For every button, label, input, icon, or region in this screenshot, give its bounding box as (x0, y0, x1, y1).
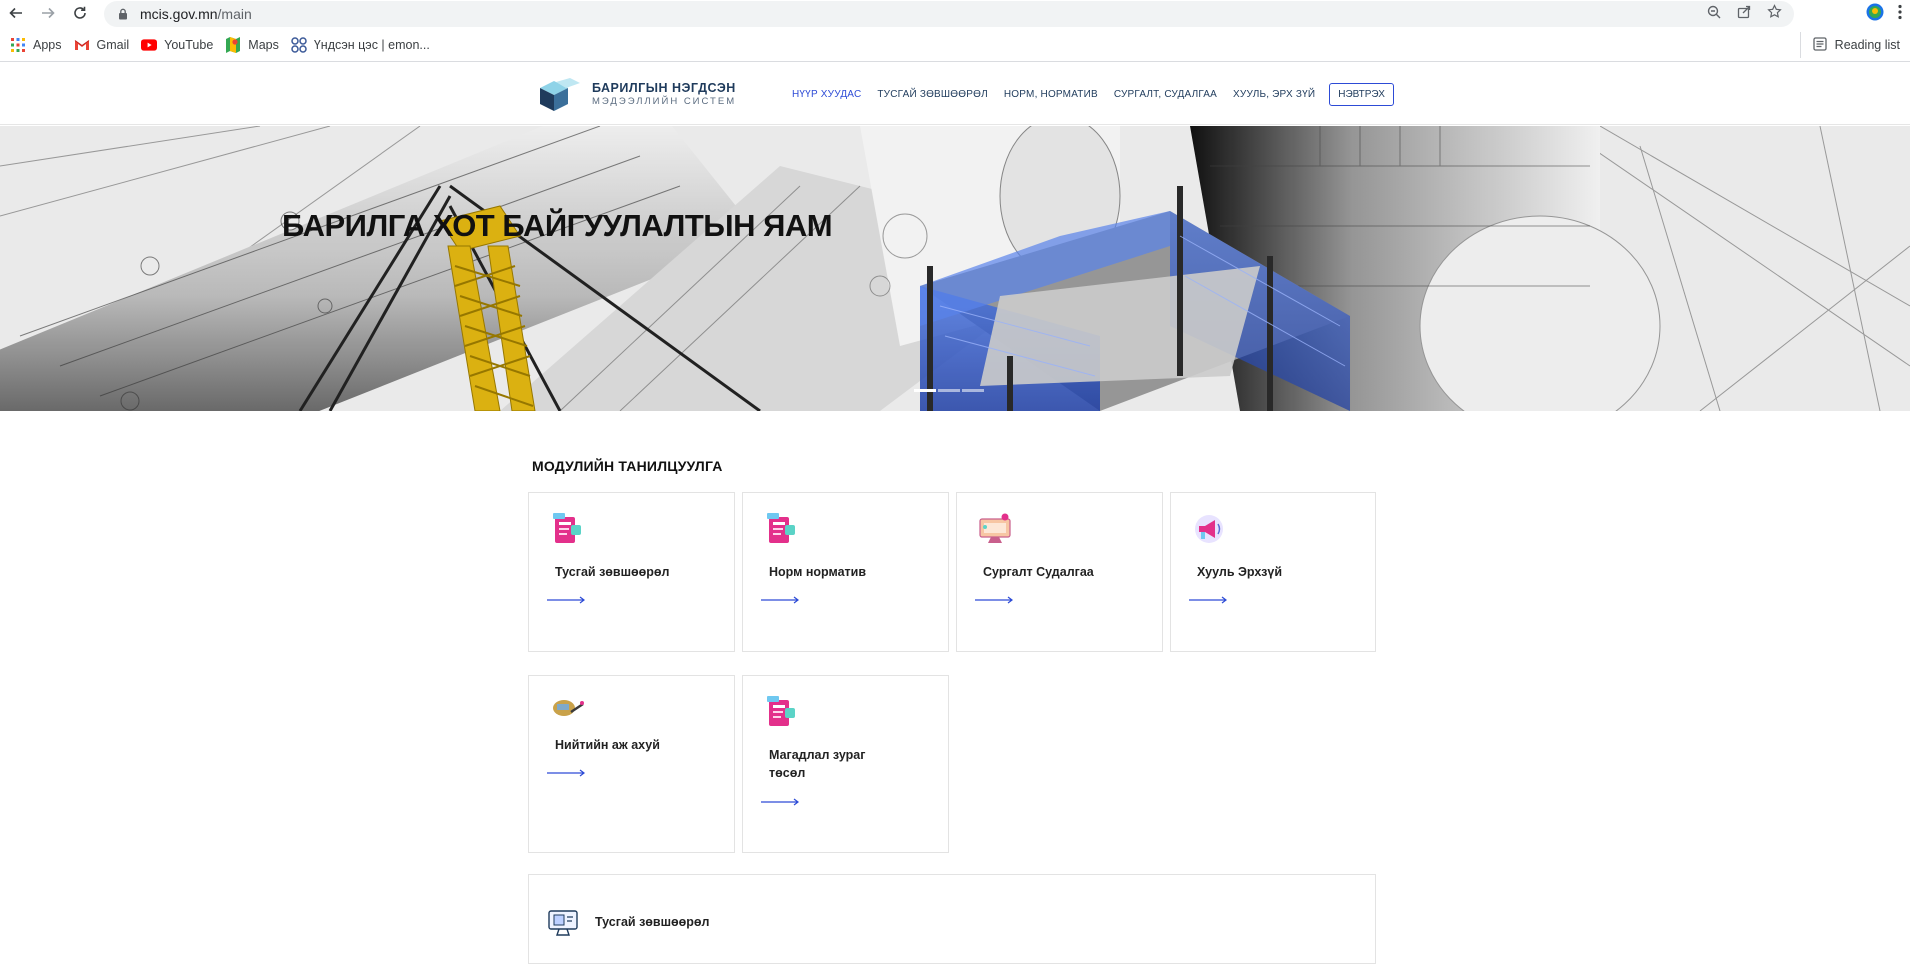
module-card-training[interactable]: Сургалт Судалгаа (956, 492, 1163, 652)
bookmark-star-icon[interactable] (1767, 4, 1782, 24)
law-megaphone-icon (1195, 515, 1223, 543)
lock-icon (116, 7, 130, 21)
forward-arrow-icon[interactable] (36, 1, 60, 25)
bookmark-label: Maps (248, 37, 279, 52)
bookmark-youtube[interactable]: YouTube (135, 32, 219, 58)
wide-card-label: Тусгай зөвшөөрөл (595, 915, 710, 929)
module-card-label: Тусгай зөвшөөрөл (555, 565, 670, 579)
menu-kebab-icon[interactable] (1898, 4, 1902, 25)
training-monitor-icon (979, 513, 1011, 543)
url-path: /main (217, 6, 252, 22)
slider-dots (914, 389, 984, 392)
bookmark-label: Apps (33, 37, 62, 52)
address-bar[interactable]: mcis.gov.mn/main (104, 1, 1794, 27)
module-card-norms[interactable]: Норм норматив (742, 492, 949, 652)
maps-icon (225, 36, 241, 53)
share-icon[interactable] (1737, 5, 1751, 24)
nav-training[interactable]: СУРГАЛТ, СУДАЛГАА (1114, 89, 1217, 100)
wide-card-special-permit[interactable]: Тусгай зөвшөөрөл (528, 874, 1376, 964)
url-host: mcis.gov.mn (140, 6, 218, 22)
apps-grid-icon (10, 37, 26, 53)
bookmark-label: Үндсэн цэс | emon... (313, 37, 430, 52)
module-card-label: Магадлал зураг төсөл (769, 746, 865, 782)
gmail-icon (74, 37, 90, 53)
nav-law[interactable]: ХУУЛЬ, ЭРХ ЗҮЙ (1233, 89, 1315, 100)
nav-norms[interactable]: НОРМ, НОРМАТИВ (1004, 89, 1098, 100)
emon-icon (291, 36, 307, 53)
bookmark-maps[interactable]: Maps (219, 32, 285, 58)
login-button[interactable]: НЭВТРЭХ (1329, 83, 1394, 106)
bookmarks-bar: Apps Gmail YouTube Maps Үндсэн цэс | emo… (0, 28, 1910, 62)
arrow-right-icon[interactable] (761, 596, 801, 604)
hero-title: БАРИЛГА ХОТ БАЙГУУЛАЛТЫН ЯАМ (282, 208, 833, 243)
arrow-right-icon[interactable] (975, 596, 1015, 604)
module-card-label: Хууль Эрхзүй (1197, 565, 1283, 579)
bookmark-emon[interactable]: Үндсэн цэс | emon... (285, 32, 436, 58)
bookmark-gmail[interactable]: Gmail (68, 32, 136, 58)
reload-icon[interactable] (68, 1, 92, 25)
module-card-label: Норм норматив (769, 565, 867, 579)
norm-document-icon (767, 513, 795, 543)
browser-toolbar: mcis.gov.mn/main (0, 0, 1910, 28)
module-card-label: Нийтийн аж ахуй (555, 738, 660, 752)
nav-home[interactable]: НҮҮР ХУУДАС (792, 89, 861, 100)
module-card-public-utility[interactable]: Нийтийн аж ахуй (528, 675, 735, 853)
profile-avatar[interactable] (1866, 3, 1884, 26)
module-card-special-permit[interactable]: Тусгай зөвшөөрөл (528, 492, 735, 652)
bookmark-label: Gmail (96, 37, 130, 52)
zoom-icon[interactable] (1707, 5, 1721, 24)
nav-special-permit[interactable]: ТУСГАЙ ЗӨВШӨӨРӨЛ (877, 89, 988, 100)
permit-document-icon (553, 513, 581, 543)
url-text: mcis.gov.mn/main (140, 6, 252, 22)
arrow-right-icon[interactable] (547, 596, 587, 604)
modules-section-title: МОДУЛИЙН ТАНИЛЦУУЛГА (532, 458, 723, 474)
reading-list-icon (1813, 36, 1827, 54)
reading-list-label: Reading list (1834, 38, 1900, 52)
bookmark-apps[interactable]: Apps (4, 32, 68, 58)
hero-banner: БАРИЛГА ХОТ БАЙГУУЛАЛТЫН ЯАМ (0, 126, 1910, 411)
public-utility-icon (553, 700, 584, 716)
back-arrow-icon[interactable] (4, 1, 28, 25)
module-card-law[interactable]: Хууль Эрхзүй (1170, 492, 1376, 652)
youtube-icon (141, 37, 158, 53)
module-card-label-line2: төсөл (769, 766, 806, 780)
site-header: БАРИЛГЫН НЭГДСЭН МЭДЭЭЛЛИЙН СИСТЕМ НҮҮР … (0, 63, 1910, 125)
slider-dot-2[interactable] (938, 389, 960, 392)
module-card-label-line1: Магадлал зураг (769, 748, 866, 762)
logo-subtitle: МЭДЭЭЛЛИЙН СИСТЕМ (592, 96, 737, 107)
reading-list[interactable]: Reading list (1799, 32, 1900, 58)
site-logo[interactable]: БАРИЛГЫН НЭГДСЭН МЭДЭЭЛЛИЙН СИСТЕМ (536, 76, 736, 112)
module-card-expertise[interactable]: Магадлал зураг төсөл (742, 675, 949, 853)
expertise-document-icon (767, 696, 795, 726)
hero-blueprint-image (0, 126, 1910, 411)
bookmark-label: YouTube (164, 37, 214, 52)
slider-dot-3[interactable] (962, 389, 984, 392)
arrow-right-icon[interactable] (1189, 596, 1229, 604)
logo-cube-icon (540, 78, 580, 111)
arrow-right-icon[interactable] (547, 769, 587, 777)
permit-monitor-icon (548, 910, 578, 936)
slider-dot-1[interactable] (914, 389, 936, 392)
arrow-right-icon[interactable] (761, 798, 801, 806)
module-card-label: Сургалт Судалгаа (983, 565, 1094, 579)
main-nav: НҮҮР ХУУДАС ТУСГАЙ ЗӨВШӨӨРӨЛ НОРМ, НОРМА… (792, 83, 1394, 106)
logo-title: БАРИЛГЫН НЭГДСЭН (592, 81, 736, 95)
